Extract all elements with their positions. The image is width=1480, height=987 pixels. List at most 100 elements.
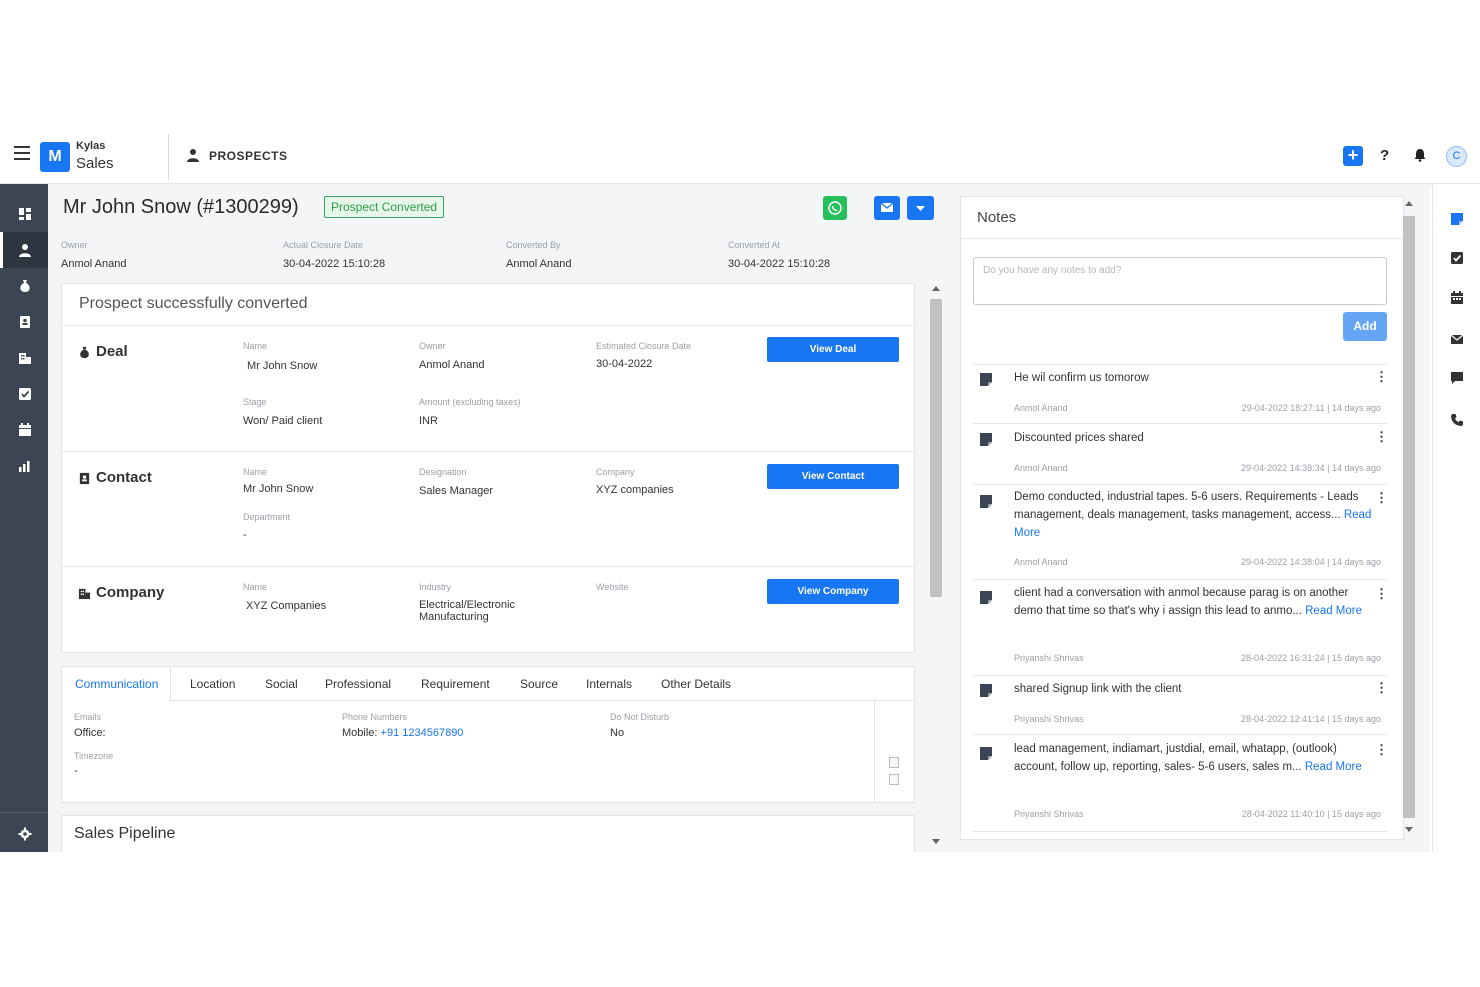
company-name-label: Name — [243, 582, 268, 592]
meta-converted-at-value: 30-04-2022 15:10:28 — [728, 258, 831, 270]
sidebar-item-companies[interactable] — [0, 340, 48, 376]
note-icon — [980, 373, 992, 386]
contact-name-value: Mr John Snow — [243, 483, 314, 495]
scroll-right-icon[interactable] — [889, 774, 899, 785]
notification-bell-icon[interactable] — [1413, 148, 1427, 162]
tab-location[interactable]: Location — [178, 667, 247, 701]
read-more-link[interactable]: Read More — [1305, 761, 1362, 773]
deal-closure-value: 30-04-2022 — [596, 358, 653, 370]
mobile-label: Mobile: — [342, 727, 378, 739]
phone-icon[interactable] — [1450, 413, 1464, 427]
company-website-label: Website — [596, 582, 629, 592]
email-button[interactable] — [874, 196, 900, 220]
note-menu-icon[interactable]: ⋮ — [1375, 430, 1388, 443]
more-actions-dropdown[interactable] — [907, 196, 934, 220]
company-title: Company — [96, 584, 165, 601]
view-company-button[interactable]: View Company — [767, 579, 899, 604]
detail-scrollbar[interactable] — [929, 283, 943, 852]
company-name-value: XYZ Companies — [246, 600, 327, 612]
tab-social[interactable]: Social — [253, 667, 310, 701]
notes-panel: Notes Do you have any notes to add? Add … — [946, 184, 1430, 852]
add-note-button[interactable]: Add — [1343, 312, 1387, 341]
mail-icon — [880, 202, 894, 212]
dnd-label: Do Not Disturb — [610, 712, 670, 722]
note-text: client had a conversation with anmol bec… — [1014, 584, 1374, 620]
note-menu-icon[interactable]: ⋮ — [1375, 681, 1388, 694]
note-date: 29-04-2022 18:27:11 | 14 days ago — [1241, 403, 1381, 413]
tab-source[interactable]: Source — [508, 667, 570, 701]
mobile-number-link[interactable]: +91 1234567890 — [381, 727, 464, 739]
header-divider — [168, 134, 169, 180]
page-background-bottom — [0, 852, 1480, 987]
whatsapp-button[interactable] — [823, 196, 847, 220]
sidebar-item-settings[interactable] — [0, 816, 48, 852]
deal-amount-value: INR — [419, 415, 438, 427]
sidebar-item-tasks[interactable] — [0, 376, 48, 412]
note-text: lead management, indiamart, justdial, em… — [1014, 740, 1374, 776]
meta-converted-at-label: Converted At — [728, 240, 781, 250]
money-bag-icon — [20, 280, 30, 292]
sidebar-item-calendar[interactable] — [0, 412, 48, 448]
office-email-label: Office: — [74, 727, 106, 739]
read-more-link[interactable]: Read More — [1305, 605, 1362, 617]
note-menu-icon[interactable]: ⋮ — [1375, 491, 1388, 504]
details-tab-bar: Communication Location Social Profession… — [62, 667, 915, 702]
tab-content-scrollbar[interactable] — [874, 701, 915, 803]
tab-professional[interactable]: Professional — [313, 667, 403, 701]
note-icon — [980, 747, 992, 760]
contact-department-value: - — [243, 529, 247, 541]
whatsapp-icon — [828, 201, 842, 215]
note-menu-icon[interactable]: ⋮ — [1375, 370, 1388, 383]
calendar-icon[interactable] — [1450, 291, 1464, 305]
sidebar-item-prospects[interactable] — [0, 232, 48, 268]
notes-scrollbar-thumb[interactable] — [1403, 216, 1415, 818]
tab-requirement[interactable]: Requirement — [409, 667, 502, 701]
notes-icon[interactable] — [1450, 212, 1464, 226]
sidebar-item-deals[interactable] — [0, 268, 48, 304]
notes-scroll-down-icon[interactable] — [1405, 827, 1413, 832]
quick-add-button[interactable]: + — [1343, 146, 1363, 166]
deal-amount-label: Amount (excluding taxes) — [419, 397, 521, 407]
left-sidebar — [0, 184, 48, 852]
status-badge: Prospect Converted — [324, 196, 445, 218]
note-menu-icon[interactable]: ⋮ — [1375, 587, 1388, 600]
hamburger-menu-icon[interactable] — [14, 146, 30, 160]
meta-converted-by-value: Anmol Anand — [506, 258, 572, 270]
scroll-down-icon[interactable] — [932, 839, 940, 844]
sidebar-item-contacts[interactable] — [0, 304, 48, 340]
note-author: Priyanshi Shrivas — [1014, 653, 1084, 663]
view-deal-button[interactable]: View Deal — [767, 337, 899, 362]
note-input[interactable]: Do you have any notes to add? — [973, 257, 1387, 305]
company-industry-label: Industry — [419, 582, 452, 592]
help-button[interactable]: ? — [1380, 147, 1389, 164]
sidebar-item-reports[interactable] — [0, 448, 48, 484]
note-menu-icon[interactable]: ⋮ — [1375, 743, 1388, 756]
mail-icon[interactable] — [1450, 332, 1464, 346]
note-item: Discounted prices shared ⋮ Anmol Anand 2… — [973, 426, 1388, 485]
scroll-up-icon[interactable] — [932, 286, 940, 291]
user-avatar[interactable]: C — [1446, 146, 1467, 167]
sales-pipeline-card: Sales Pipeline — [61, 815, 915, 852]
task-check-icon[interactable] — [1450, 251, 1464, 265]
chat-icon[interactable] — [1450, 371, 1464, 385]
scroll-left-icon[interactable] — [889, 757, 899, 768]
scrollbar-thumb[interactable] — [930, 299, 942, 597]
notes-scrollbar[interactable] — [1402, 198, 1416, 840]
reports-chart-icon — [19, 461, 30, 472]
note-date: 28-04-2022 16:31:24 | 15 days ago — [1241, 653, 1381, 663]
brand-product: Sales — [76, 155, 114, 172]
right-action-bar — [1432, 184, 1480, 852]
note-text-body: client had a conversation with anmol bec… — [1014, 587, 1349, 617]
tab-communication[interactable]: Communication — [62, 667, 172, 702]
notes-scroll-up-icon[interactable] — [1405, 201, 1413, 206]
dnd-value: No — [610, 727, 625, 739]
user-icon — [187, 149, 199, 162]
tab-other-details[interactable]: Other Details — [649, 667, 743, 701]
notes-card: Notes Do you have any notes to add? Add … — [960, 196, 1404, 840]
deal-owner-label: Owner — [419, 341, 446, 351]
sidebar-item-dashboard[interactable] — [0, 196, 48, 232]
task-check-icon — [19, 388, 31, 400]
tab-internals[interactable]: Internals — [574, 667, 644, 701]
deal-title: Deal — [96, 343, 128, 360]
view-contact-button[interactable]: View Contact — [767, 464, 899, 489]
